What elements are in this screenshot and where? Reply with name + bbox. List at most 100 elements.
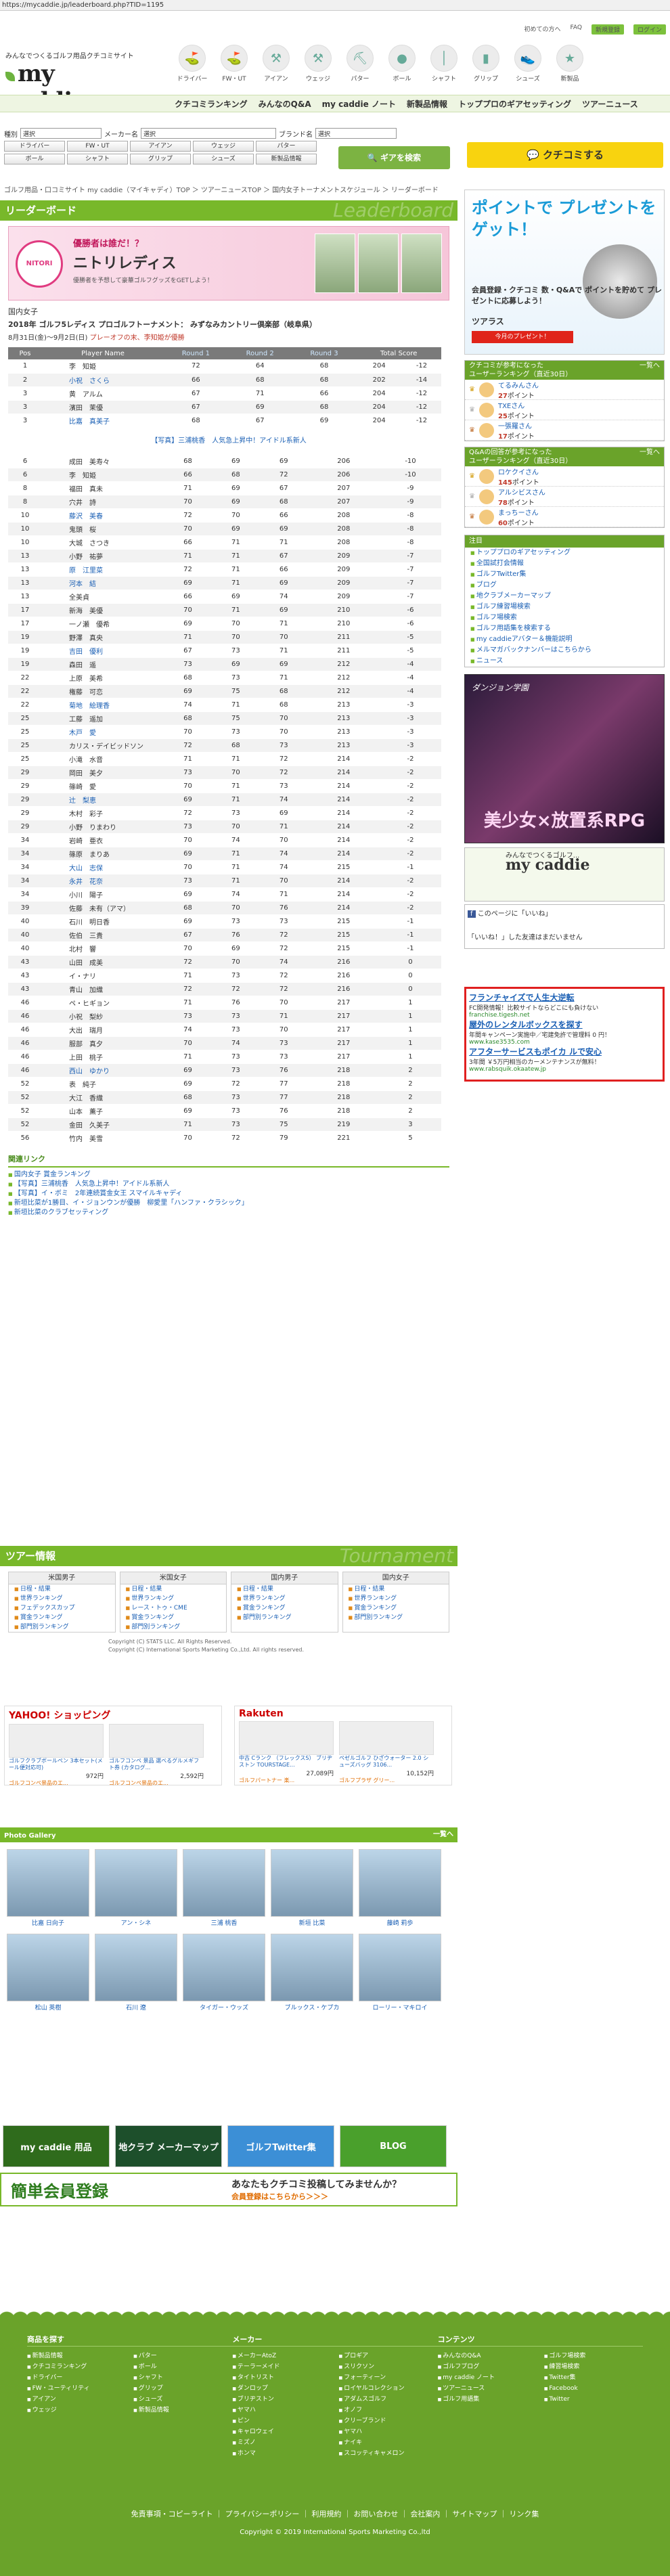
player-name[interactable]: 藤沢 美春 bbox=[42, 508, 164, 523]
footer-link[interactable]: シューズ bbox=[133, 2394, 232, 2405]
tour-link[interactable]: 部門別ランキング bbox=[120, 1622, 227, 1632]
gear-search-button[interactable]: 🔍 ギアを検索 bbox=[338, 146, 450, 169]
user-name[interactable]: てるみんさん bbox=[498, 380, 539, 390]
gallery-photo[interactable]: 新垣 比菜 bbox=[271, 1849, 353, 1927]
promo-banner[interactable]: my caddie 用品 bbox=[3, 2125, 110, 2167]
player-name[interactable]: 比嘉 日向子 bbox=[7, 1918, 89, 1927]
footer-link[interactable]: ゴルフ場検索 bbox=[544, 2351, 643, 2361]
player-photo[interactable] bbox=[7, 1934, 89, 2001]
genre-button[interactable]: ボール bbox=[4, 154, 65, 164]
shop-item[interactable]: ゴルフクラブボールペン 3本セット(メール便対応可) 972円 ゴルフコンペ景品のエ… bbox=[9, 1724, 104, 1787]
gallery-photo[interactable]: 三浦 桃香 bbox=[183, 1849, 265, 1927]
footer-link[interactable]: FW・ユーティリティ bbox=[27, 2383, 126, 2394]
product-image[interactable] bbox=[239, 1721, 334, 1755]
player-name[interactable]: 新垣 比菜 bbox=[271, 1918, 353, 1927]
player-name[interactable]: 松山 英樹 bbox=[7, 2003, 89, 2012]
type-select[interactable]: 選択 bbox=[20, 128, 102, 139]
footer-link[interactable]: ゴルフブログ bbox=[438, 2361, 537, 2372]
side-nav-item[interactable]: 全国試打会情報 bbox=[465, 558, 664, 569]
product-image[interactable] bbox=[9, 1724, 104, 1758]
shop-item[interactable]: 中古 Cランク （フレックスS） ブリヂストン TOURSTAGE... 27,0… bbox=[239, 1721, 334, 1784]
footer-link[interactable]: ボール bbox=[133, 2361, 232, 2372]
present-button[interactable]: 今月のプレゼント！ bbox=[472, 331, 573, 343]
player-name[interactable]: 比嘉 真美子 bbox=[42, 414, 164, 428]
product-title[interactable]: ペゼルゴルフ ひざウォーター 2.0 シューズバッグ 3106... bbox=[339, 1755, 434, 1769]
register-sub[interactable]: 会員登録はこちらから＞＞＞ bbox=[231, 2191, 401, 2202]
related-link[interactable]: 新垣比菜のクラブセッティング bbox=[8, 1208, 449, 1218]
footer-link[interactable]: ヤマハ bbox=[232, 2405, 331, 2416]
category-3[interactable]: ⚒ ウェッジ bbox=[298, 42, 338, 83]
category-0[interactable]: ⛳ ドライバー bbox=[173, 42, 212, 83]
player-name[interactable]: 小祝 さくら bbox=[42, 373, 164, 387]
footer-link[interactable]: テーラーメイド bbox=[232, 2361, 331, 2372]
shop-item[interactable]: ゴルフコンペ 景品 選べるグルメギフト券 (カタログ... 2,592円 ゴルフコン… bbox=[109, 1724, 204, 1787]
footer-link[interactable]: 新製品情報 bbox=[27, 2351, 126, 2361]
rank2-more[interactable]: 一覧へ bbox=[640, 448, 660, 457]
footer-links[interactable]: 免責事項・コピーライト ｜ プライバシーポリシー ｜ 利用規約 ｜ お問い合わせ… bbox=[0, 2508, 670, 2519]
fb-like-label[interactable]: このページに「いいね」 bbox=[478, 910, 552, 918]
user-name[interactable]: まっちーさん bbox=[498, 507, 539, 517]
footer-link[interactable]: みんなのQ&A bbox=[438, 2351, 537, 2361]
footer-link[interactable]: ホンマ bbox=[232, 2448, 331, 2459]
category-9[interactable]: ★ 新製品 bbox=[550, 42, 589, 83]
shop-name[interactable]: ゴルフプラザ グリー... bbox=[339, 1777, 434, 1784]
player-name[interactable]: ブルックス・ケプカ bbox=[271, 2003, 353, 2012]
user-name[interactable]: TXEさん bbox=[498, 400, 535, 410]
related-link[interactable]: 【写真】イ・ボミ 2年連続賞金女王 スマイルキャディ bbox=[8, 1189, 449, 1199]
footer-link[interactable]: ヤマハ bbox=[338, 2426, 437, 2437]
tour-link[interactable]: 部門別ランキング bbox=[343, 1613, 449, 1622]
tour-link[interactable]: 世界ランキング bbox=[343, 1594, 449, 1603]
shop-name[interactable]: ゴルフパートナー 楽... bbox=[239, 1777, 334, 1784]
footer-link[interactable]: オノフ bbox=[338, 2405, 437, 2416]
player-name[interactable]: 藤崎 莉歩 bbox=[359, 1918, 441, 1927]
product-title[interactable]: ゴルフクラブボールペン 3本セット(メール便対応可) bbox=[9, 1758, 104, 1771]
tour-link[interactable]: 部門別ランキング bbox=[231, 1613, 338, 1622]
genre-button[interactable]: FW・UT bbox=[67, 141, 128, 152]
side-nav-item[interactable]: 地クラブメーカーマップ bbox=[465, 591, 664, 602]
footer-link[interactable]: スコッティキャメロン bbox=[338, 2448, 437, 2459]
footer-link[interactable]: アイアン bbox=[27, 2394, 126, 2405]
tour-link[interactable]: 賞金ランキング bbox=[9, 1613, 115, 1622]
footer-link[interactable]: ロイヤルコレクション bbox=[338, 2383, 437, 2394]
footer-link[interactable]: タイトリスト bbox=[232, 2372, 331, 2383]
player-name[interactable]: 大山 志保 bbox=[42, 860, 164, 874]
footer-link[interactable]: 新製品情報 bbox=[133, 2405, 232, 2416]
player-name[interactable]: 吉田 優利 bbox=[42, 644, 164, 658]
tour-link[interactable]: 世界ランキング bbox=[120, 1594, 227, 1603]
category-2[interactable]: ⚒ アイアン bbox=[256, 42, 296, 83]
player-photo[interactable] bbox=[7, 1849, 89, 1917]
gallery-more-link[interactable]: 一覧へ bbox=[433, 1827, 453, 1842]
tour-link[interactable]: 世界ランキング bbox=[9, 1594, 115, 1603]
register-button[interactable]: 新規登録 bbox=[591, 24, 624, 35]
side-nav-item[interactable]: ブログ bbox=[465, 580, 664, 591]
category-7[interactable]: ▮ グリップ bbox=[466, 42, 506, 83]
player-name[interactable]: 三浦 桃香 bbox=[183, 1918, 265, 1927]
rank1-more[interactable]: 一覧へ bbox=[640, 361, 660, 370]
footer-link[interactable]: アダムスゴルフ bbox=[338, 2394, 437, 2405]
mycaddie-fb-box[interactable]: みんなでつくるゴルフ... my caddie bbox=[464, 847, 665, 902]
user-name[interactable]: アルシビスさん bbox=[498, 487, 545, 497]
footer-link[interactable]: グリップ bbox=[133, 2383, 232, 2394]
gallery-photo[interactable]: ブルックス・ケプカ bbox=[271, 1934, 353, 2012]
side-nav-item[interactable]: my caddieアバター＆機能説明 bbox=[465, 634, 664, 645]
ad-heading-3[interactable]: アフターサービスもポイカ ルで安心 bbox=[469, 1046, 660, 1057]
footer-link[interactable]: メーカーAtoZ bbox=[232, 2351, 331, 2361]
gallery-photo[interactable]: ローリー・マキロイ bbox=[359, 1934, 441, 2012]
ad-heading-2[interactable]: 屋外のレンタルボックスを探す bbox=[469, 1019, 660, 1030]
tour-link[interactable]: 賞金ランキング bbox=[120, 1613, 227, 1622]
nav-item-2[interactable]: my caddie ノート bbox=[322, 98, 396, 110]
side-nav-item[interactable]: ニュース bbox=[465, 656, 664, 667]
footer-link[interactable]: パター bbox=[133, 2351, 232, 2361]
footer-link[interactable]: シャフト bbox=[133, 2372, 232, 2383]
footer-link[interactable]: ドライバー bbox=[27, 2372, 126, 2383]
side-nav-item[interactable]: ゴルフ練習場検索 bbox=[465, 602, 664, 613]
login-button[interactable]: ログイン bbox=[633, 24, 666, 35]
genre-button[interactable]: ドライバー bbox=[4, 141, 65, 152]
toplink-first[interactable]: 初めての方へ bbox=[524, 24, 561, 35]
gallery-photo[interactable]: 松山 英樹 bbox=[7, 1934, 89, 2012]
related-link[interactable]: 国内女子 賞金ランキング bbox=[8, 1170, 449, 1180]
genre-button[interactable]: シャフト bbox=[67, 154, 128, 164]
gallery-photo[interactable]: 藤崎 莉歩 bbox=[359, 1849, 441, 1927]
footer-link[interactable]: スリクソン bbox=[338, 2361, 437, 2372]
genre-button[interactable]: グリップ bbox=[130, 154, 191, 164]
